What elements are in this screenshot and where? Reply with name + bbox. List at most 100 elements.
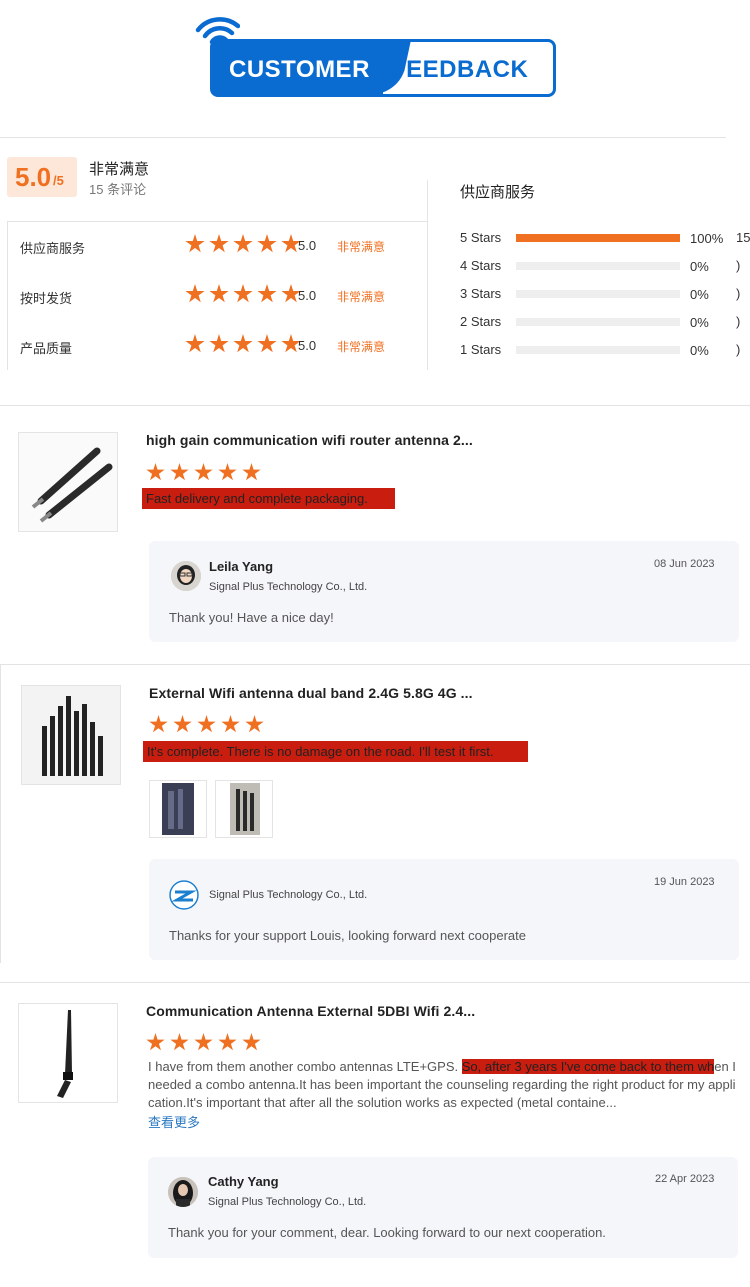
antenna-image — [31, 447, 113, 523]
distribution-bar — [516, 318, 680, 326]
star-icon — [149, 715, 168, 733]
review-count: 15 条评论 — [89, 182, 147, 197]
review-comment: It's complete. There is no damage on the… — [143, 741, 528, 762]
star-icon — [242, 463, 261, 481]
reply-company: Signal Plus Technology Co., Ltd. — [209, 581, 368, 593]
review-photo[interactable] — [149, 780, 207, 838]
rating-row-product-quality: 产品质量 5.0 非常满意 — [20, 334, 420, 358]
rating-row-value: 5.0 — [298, 238, 317, 253]
distribution-count: ) — [736, 314, 741, 329]
star-icon — [194, 1033, 213, 1051]
antenna-set-image — [22, 686, 120, 784]
reply-date: 19 Jun 2023 — [654, 876, 715, 888]
distribution-row: 1 Stars 0%) — [460, 341, 750, 359]
distribution-bar — [516, 234, 680, 242]
distribution-count: ) — [736, 286, 741, 301]
review-comment: I have from them another combo antennas … — [148, 1059, 736, 1110]
rating-row-supplier-service: 供应商服务 5.0 非常满意 — [20, 234, 420, 258]
star-icon — [197, 715, 216, 733]
distribution-label: 1 Stars — [460, 342, 502, 357]
logo-text-customer: CUSTOMER — [229, 56, 370, 83]
satisfaction-label: 非常满意 — [89, 161, 150, 178]
overall-score-suffix: /5 — [53, 173, 64, 188]
reply-message: Thanks for your support Louis, looking f… — [169, 928, 526, 943]
star-icon — [209, 334, 229, 353]
star-icon — [257, 284, 277, 303]
reply-company: Signal Plus Technology Co., Ltd. — [208, 1196, 367, 1208]
review-star-rating — [146, 463, 266, 487]
product-thumbnail[interactable] — [21, 685, 121, 785]
avatar — [171, 561, 201, 591]
rating-row-text: 非常满意 — [337, 290, 386, 304]
star-icon — [146, 1033, 165, 1051]
distribution-label: 4 Stars — [460, 258, 502, 273]
distribution-label: 3 Stars — [460, 286, 502, 301]
distribution-bar — [516, 262, 680, 270]
reply-author: Cathy Yang — [208, 1174, 279, 1189]
distribution-bar — [516, 346, 680, 354]
star-icon — [146, 463, 165, 481]
service-distribution-title: 供应商服务 — [460, 184, 536, 201]
product-title-link[interactable]: high gain communication wifi router ante… — [146, 432, 496, 448]
product-title-link[interactable]: External Wifi antenna dual band 2.4G 5.8… — [149, 685, 499, 701]
distribution-count: 15 — [736, 230, 750, 245]
star-icon — [233, 284, 253, 303]
rating-row-label: 产品质量 — [20, 341, 73, 356]
reply-message: Thank you! Have a nice day! — [169, 610, 334, 625]
supplier-reply: Cathy Yang Signal Plus Technology Co., L… — [148, 1157, 738, 1258]
product-title-link[interactable]: Communication Antenna External 5DBI Wifi… — [146, 1003, 496, 1019]
rating-row-on-time-delivery: 按时发货 5.0 非常满意 — [20, 284, 420, 308]
distribution-count: ) — [736, 342, 741, 357]
antenna-image — [19, 1004, 117, 1102]
overall-score-badge: 5.0 /5 — [7, 157, 77, 197]
rating-row-value: 5.0 — [298, 288, 317, 303]
supplier-reply: Signal Plus Technology Co., Ltd. 19 Jun … — [149, 859, 739, 960]
supplier-reply: Leila Yang Signal Plus Technology Co., L… — [149, 541, 739, 642]
distribution-row: 5 Stars 100% 15 — [460, 229, 750, 247]
star-rating — [185, 284, 305, 309]
rating-row-text: 非常满意 — [337, 240, 386, 254]
distribution-label: 5 Stars — [460, 230, 502, 245]
star-icon — [209, 234, 229, 253]
star-icon — [242, 1033, 261, 1051]
reply-company: Signal Plus Technology Co., Ltd. — [209, 889, 368, 901]
star-icon — [170, 1033, 189, 1051]
rating-row-value: 5.0 — [298, 338, 317, 353]
star-icon — [257, 334, 277, 353]
company-logo-avatar — [169, 880, 199, 910]
distribution-percent: 0% — [690, 315, 709, 330]
logo-text-feedback: FEEDBACK — [391, 56, 529, 83]
distribution-bar — [516, 290, 680, 298]
distribution-label: 2 Stars — [460, 314, 502, 329]
star-icon — [245, 715, 264, 733]
distribution-bar-fill — [516, 234, 680, 242]
star-icon — [185, 284, 205, 303]
review-comment: Fast delivery and complete packaging. — [142, 488, 395, 509]
distribution-percent: 0% — [690, 287, 709, 302]
reply-date: 08 Jun 2023 — [654, 558, 715, 570]
rating-row-label: 按时发货 — [20, 291, 73, 306]
review-star-rating — [149, 715, 269, 739]
star-icon — [194, 463, 213, 481]
star-rating — [185, 334, 305, 359]
distribution-count: ) — [736, 258, 741, 273]
rating-row-label: 供应商服务 — [20, 241, 86, 256]
see-more-link[interactable]: 查看更多 — [148, 1112, 200, 1131]
rating-row-text: 非常满意 — [337, 340, 386, 354]
star-rating — [185, 234, 305, 259]
distribution-percent: 100% — [690, 231, 724, 246]
reply-date: 22 Apr 2023 — [655, 1173, 715, 1185]
product-thumbnail[interactable] — [18, 1003, 118, 1103]
reply-author: Leila Yang — [209, 559, 274, 574]
distribution-row: 4 Stars 0%) — [460, 257, 750, 275]
product-thumbnail[interactable] — [18, 432, 118, 532]
review-photo[interactable] — [215, 780, 273, 838]
distribution-row: 2 Stars 0%) — [460, 313, 750, 331]
star-icon — [170, 463, 189, 481]
star-icon — [209, 284, 229, 303]
distribution-percent: 0% — [690, 259, 709, 274]
divider — [0, 137, 726, 138]
distribution-percent: 0% — [690, 343, 709, 358]
star-icon — [218, 463, 237, 481]
star-icon — [218, 1033, 237, 1051]
